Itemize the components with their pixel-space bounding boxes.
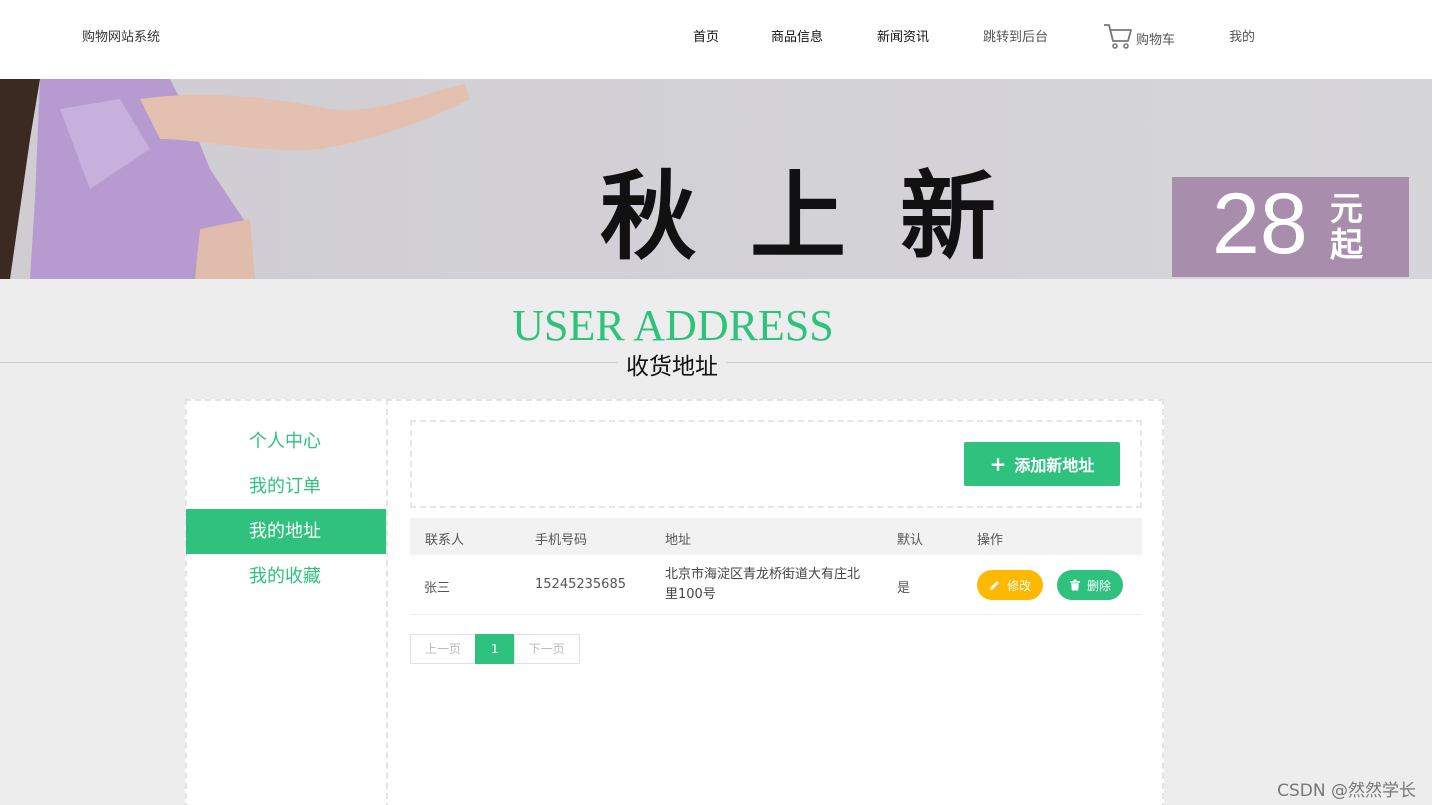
sidebar-item-favorites[interactable]: 我的收藏: [186, 554, 386, 599]
sidebar: 个人中心 我的订单 我的地址 我的收藏: [185, 399, 388, 805]
banner-promo-text: 秋上新: [600, 160, 1050, 273]
col-default: 默认: [897, 533, 924, 548]
col-address: 地址: [665, 533, 692, 548]
col-phone: 手机号码: [535, 533, 588, 548]
sidebar-item-address[interactable]: 我的地址: [186, 509, 386, 554]
nav-mine[interactable]: 我的: [1229, 26, 1255, 45]
nav-cart[interactable]: 购物车: [1103, 20, 1175, 50]
top-header: 购物网站系统 首页 商品信息 新闻资讯 跳转到后台 购物车 我的: [0, 0, 1432, 79]
section-title-cn: 收货地址: [618, 347, 726, 381]
sidebar-item-profile[interactable]: 个人中心: [186, 419, 386, 464]
add-address-label: 添加新地址: [1014, 456, 1095, 475]
site-title: 购物网站系统: [82, 30, 161, 45]
section-title-en: USER ADDRESS: [512, 301, 834, 350]
row-contact: 张三: [424, 581, 451, 596]
edit-label: 修改: [1006, 578, 1031, 593]
delete-button[interactable]: 删除: [1057, 570, 1123, 600]
row-default: 是: [897, 581, 911, 596]
watermark: CSDN @然然学长: [1277, 781, 1416, 801]
sidebar-item-orders[interactable]: 我的订单: [186, 464, 386, 509]
prev-page-button[interactable]: 上一页: [410, 634, 477, 664]
add-address-button[interactable]: + 添加新地址: [964, 442, 1120, 486]
page-1-button[interactable]: 1: [475, 634, 515, 664]
row-address: 北京市海淀区青龙桥街道大有庄北里100号: [665, 567, 861, 602]
col-actions: 操作: [977, 533, 1004, 548]
nav-home[interactable]: 首页: [693, 26, 719, 45]
price-unit: 元起: [1330, 189, 1363, 265]
nav-news[interactable]: 新闻资讯: [877, 26, 929, 45]
promo-banner: 秋上新 28 元起: [0, 79, 1432, 279]
row-phone: 15245235685: [535, 577, 626, 592]
pagination: 上一页 1 下一页: [410, 634, 580, 664]
table-header: 联系人 手机号码 地址 默认 操作: [410, 518, 1142, 555]
table-row: 张三 15245235685 北京市海淀区青龙桥街道大有庄北里100号 是 修改…: [410, 555, 1142, 615]
nav-products[interactable]: 商品信息: [771, 26, 823, 45]
edit-button[interactable]: 修改: [977, 570, 1043, 600]
next-page-button[interactable]: 下一页: [513, 634, 580, 664]
trash-icon: [1069, 579, 1080, 591]
pencil-icon: [989, 581, 999, 590]
cart-icon: [1104, 24, 1132, 49]
price-badge: 28 元起: [1172, 177, 1409, 277]
nav-admin[interactable]: 跳转到后台: [983, 26, 1048, 45]
price-number: 28: [1212, 176, 1308, 272]
cart-label: 购物车: [1136, 33, 1176, 48]
col-contact: 联系人: [425, 533, 465, 548]
plus-icon: +: [989, 452, 1007, 476]
delete-label: 删除: [1086, 578, 1111, 593]
